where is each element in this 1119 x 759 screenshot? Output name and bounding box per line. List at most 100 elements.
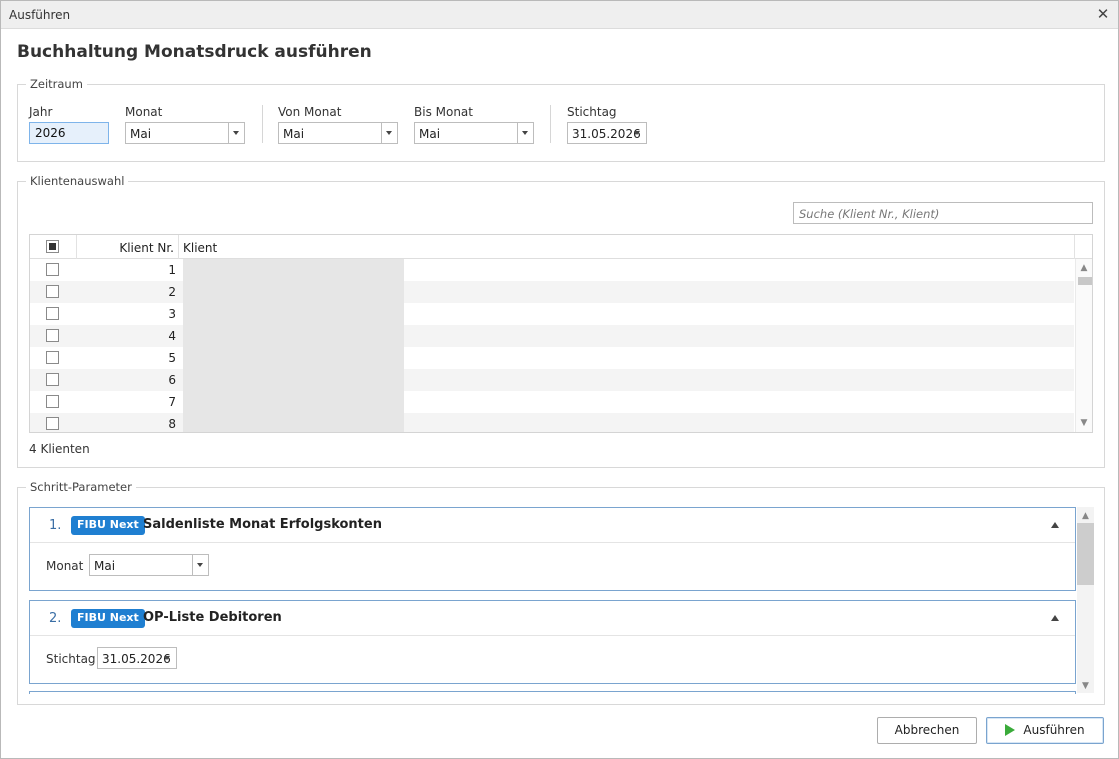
- client-name-redacted: [183, 369, 404, 391]
- play-icon: [1005, 724, 1016, 736]
- table-row[interactable]: 5: [30, 347, 1074, 369]
- bis-monat-label: Bis Monat: [414, 105, 473, 119]
- row-checkbox[interactable]: [46, 351, 59, 364]
- row-checkbox[interactable]: [46, 307, 59, 320]
- bis-monat-value: Mai: [419, 127, 441, 141]
- klientenauswahl-legend: Klientenauswahl: [26, 174, 129, 188]
- column-header-nr[interactable]: Klient Nr.: [77, 235, 179, 259]
- client-name-redacted: [183, 391, 404, 413]
- chevron-down-icon[interactable]: [634, 131, 640, 135]
- client-number: 2: [168, 285, 176, 299]
- table-row[interactable]: 6: [30, 369, 1074, 391]
- chevron-down-icon[interactable]: [228, 123, 244, 143]
- step-title: Saldenliste Monat Erfolgskonten: [143, 517, 382, 532]
- client-number: 8: [168, 417, 176, 431]
- step-title: OP-Liste Debitoren: [143, 610, 282, 625]
- von-monat-select[interactable]: Mai: [278, 122, 398, 144]
- step-stichtag-value: 31.05.2026: [102, 652, 171, 666]
- step-monat-select[interactable]: Mai: [89, 554, 209, 576]
- divider: [550, 105, 551, 143]
- client-number: 1: [168, 263, 176, 277]
- client-number: 5: [168, 351, 176, 365]
- monat-select[interactable]: Mai: [125, 122, 245, 144]
- module-badge: FIBU Next: [71, 609, 145, 628]
- client-count: 4 Klienten: [29, 442, 90, 456]
- window-title: Ausführen: [9, 8, 71, 22]
- row-checkbox[interactable]: [46, 329, 59, 342]
- client-name-redacted: [183, 259, 404, 281]
- table-header: Klient Nr. Klient: [30, 235, 1092, 259]
- chevron-up-icon[interactable]: [1051, 615, 1059, 621]
- client-name-redacted: [183, 303, 404, 325]
- table-row[interactable]: 8: [30, 413, 1074, 432]
- bis-monat-select[interactable]: Mai: [414, 122, 534, 144]
- scroll-down-icon[interactable]: ▼: [1077, 679, 1094, 693]
- row-checkbox[interactable]: [46, 285, 59, 298]
- row-checkbox[interactable]: [46, 373, 59, 386]
- column-header-nr-label: Klient Nr.: [119, 241, 174, 255]
- scroll-up-icon[interactable]: ▲: [1076, 261, 1092, 275]
- column-header-klient-label: Klient: [183, 241, 218, 255]
- step-header[interactable]: 1. FIBU Next Saldenliste Monat Erfolgsko…: [30, 508, 1075, 543]
- jahr-input[interactable]: 2026: [29, 122, 109, 144]
- client-number: 4: [168, 329, 176, 343]
- search-input[interactable]: Suche (Klient Nr., Klient): [793, 202, 1093, 224]
- execute-dialog: Ausführen ✕ Buchhaltung Monatsdruck ausf…: [0, 0, 1119, 759]
- zeitraum-group: Zeitraum Jahr 2026 Monat Mai Von Monat M…: [17, 77, 1105, 162]
- zeitraum-legend: Zeitraum: [26, 77, 87, 91]
- client-number: 6: [168, 373, 176, 387]
- table-row[interactable]: 7: [30, 391, 1074, 413]
- jahr-label: Jahr: [29, 105, 53, 119]
- scroll-down-icon[interactable]: ▼: [1076, 416, 1092, 430]
- chevron-down-icon[interactable]: [517, 123, 533, 143]
- step-monat-value: Mai: [94, 559, 116, 573]
- row-checkbox[interactable]: [46, 417, 59, 430]
- client-number: 7: [168, 395, 176, 409]
- chevron-up-icon[interactable]: [1051, 522, 1059, 528]
- row-checkbox[interactable]: [46, 263, 59, 276]
- client-name-redacted: [183, 347, 404, 369]
- run-button-label: Ausführen: [1023, 723, 1085, 737]
- cancel-button[interactable]: Abbrechen: [877, 717, 977, 744]
- select-all-checkbox[interactable]: [46, 240, 59, 253]
- monat-label: Monat: [125, 105, 163, 119]
- table-row[interactable]: 4: [30, 325, 1074, 347]
- divider: [262, 105, 263, 143]
- table-row[interactable]: 3: [30, 303, 1074, 325]
- monat-value: Mai: [130, 127, 152, 141]
- step-card: 1. FIBU Next Saldenliste Monat Erfolgsko…: [29, 507, 1076, 591]
- step-stichtag-datepicker[interactable]: 31.05.2026: [97, 647, 177, 669]
- steps-scrollbar[interactable]: ▲ ▼: [1077, 507, 1094, 693]
- column-header-klient[interactable]: Klient: [179, 235, 1075, 259]
- client-name-redacted: [183, 413, 404, 432]
- table-row[interactable]: 2: [30, 281, 1074, 303]
- cancel-button-label: Abbrechen: [894, 723, 960, 737]
- scroll-up-icon[interactable]: ▲: [1077, 509, 1094, 523]
- stichtag-label: Stichtag: [567, 105, 617, 119]
- step-param-label: Monat: [46, 559, 84, 573]
- chevron-down-icon[interactable]: [192, 555, 208, 575]
- module-badge: FIBU Next: [71, 516, 145, 535]
- step-card: 2. FIBU Next OP-Liste Debitoren Stichtag…: [29, 600, 1076, 684]
- stichtag-datepicker[interactable]: 31.05.2026: [567, 122, 647, 144]
- schritt-parameter-legend: Schritt-Parameter: [26, 480, 136, 494]
- step-param-label: Stichtag: [46, 652, 96, 666]
- von-monat-value: Mai: [283, 127, 305, 141]
- step-number: 2.: [49, 611, 62, 626]
- scroll-thumb[interactable]: [1077, 523, 1094, 585]
- client-table: Klient Nr. Klient 1 2 3 4 5 6 7 8 ▲ ▼: [29, 234, 1093, 433]
- client-number: 3: [168, 307, 176, 321]
- step-card-partial: [29, 691, 1076, 694]
- close-icon[interactable]: ✕: [1094, 5, 1112, 23]
- table-scrollbar[interactable]: ▲ ▼: [1075, 259, 1092, 432]
- table-row[interactable]: 1: [30, 259, 1074, 281]
- step-header[interactable]: 2. FIBU Next OP-Liste Debitoren: [30, 601, 1075, 636]
- step-number: 1.: [49, 518, 62, 533]
- chevron-down-icon[interactable]: [381, 123, 397, 143]
- page-title: Buchhaltung Monatsdruck ausführen: [17, 42, 372, 62]
- select-all-cell: [30, 235, 77, 259]
- run-button[interactable]: Ausführen: [986, 717, 1104, 744]
- scroll-thumb[interactable]: [1078, 277, 1092, 285]
- row-checkbox[interactable]: [46, 395, 59, 408]
- chevron-down-icon[interactable]: [164, 656, 170, 660]
